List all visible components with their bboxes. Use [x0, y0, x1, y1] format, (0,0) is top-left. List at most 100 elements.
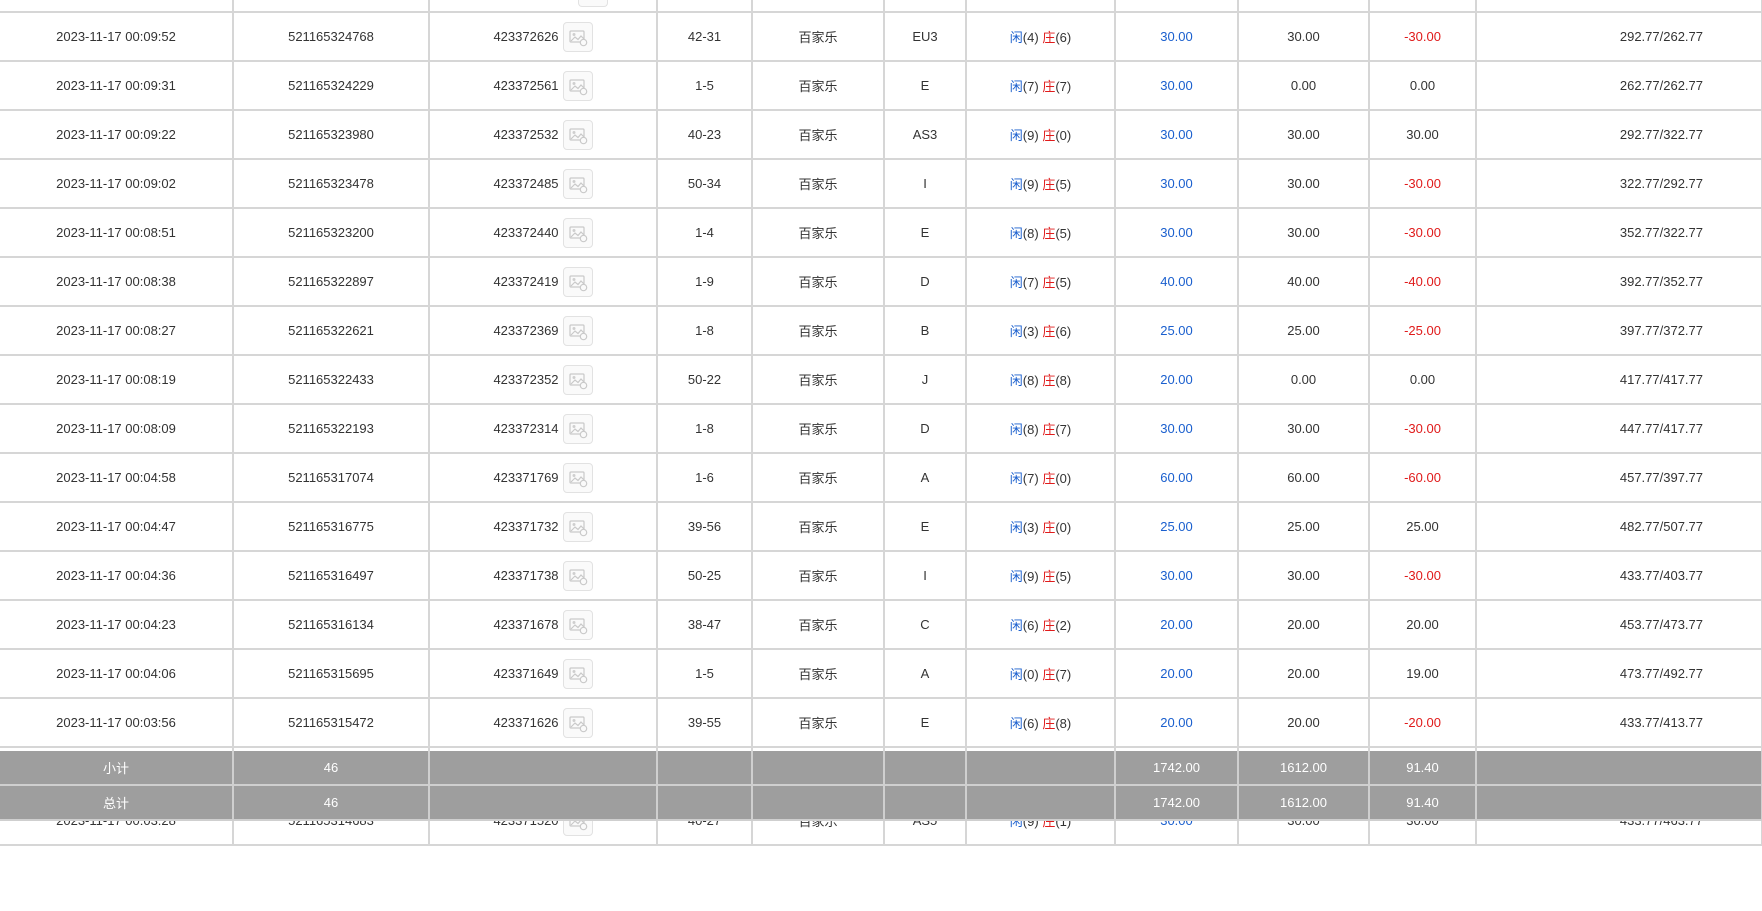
- image-placeholder-icon[interactable]: [562, 21, 593, 52]
- image-placeholder-icon[interactable]: [578, 0, 608, 8]
- player-label: 闲: [1009, 373, 1023, 388]
- round-number: 423372440: [493, 225, 559, 240]
- bet-time: 2023-11-17 00:04:23: [0, 600, 234, 650]
- image-placeholder-icon[interactable]: [562, 315, 593, 346]
- table-row: 2023-11-17 00:03:56 521165315472 4233716…: [0, 698, 1762, 748]
- game-name: 百家乐: [752, 404, 885, 454]
- round-cell: 423371769: [429, 453, 658, 503]
- bet-time: 2023-11-17 00:04:36: [0, 551, 234, 601]
- bet-amount[interactable]: 30.00: [1115, 404, 1239, 454]
- bet-amount[interactable]: 20.00: [1115, 698, 1239, 748]
- player-points: (9): [1022, 128, 1039, 143]
- image-placeholder-icon[interactable]: [562, 413, 593, 444]
- image-placeholder-icon[interactable]: [562, 119, 593, 150]
- image-placeholder-icon[interactable]: [562, 266, 593, 297]
- bet-amount[interactable]: 60.00: [1115, 453, 1239, 503]
- win-loss: 0.00: [1369, 355, 1477, 405]
- round-cell: 423372532: [429, 110, 658, 160]
- player-label: 闲: [1009, 275, 1023, 290]
- bet-amount[interactable]: 40.00: [1115, 257, 1239, 307]
- win-loss: 20.00: [1369, 600, 1477, 650]
- table-number: 50-34: [657, 159, 753, 209]
- banker-label: 庄: [1042, 422, 1056, 437]
- balance-before-after: 417.77/417.77: [1476, 355, 1762, 405]
- bet-amount[interactable]: 20.00: [1115, 649, 1239, 699]
- table-body: 2023-11-17 00:09:52 521165324768 4233726…: [0, 0, 1762, 846]
- player-label: 闲: [1009, 422, 1023, 437]
- round-number: 423372419: [493, 274, 559, 289]
- bet-amount[interactable]: 30.00: [1115, 159, 1239, 209]
- valid-bet: 20.00: [1238, 649, 1370, 699]
- win-loss: -60.00: [1369, 453, 1477, 503]
- bet-time: 2023-11-17 00:04:47: [0, 502, 234, 552]
- player-points: (8): [1022, 422, 1039, 437]
- round-cell: 423371732: [429, 502, 658, 552]
- order-number: 521165323200: [233, 208, 430, 258]
- round-cell: 423371678: [429, 600, 658, 650]
- bet-amount[interactable]: 25.00: [1115, 502, 1239, 552]
- win-loss: -30.00: [1369, 404, 1477, 454]
- round-cell: 423371649: [429, 649, 658, 699]
- image-placeholder-icon[interactable]: [562, 560, 593, 591]
- game-name: 百家乐: [752, 208, 885, 258]
- round-number: 423371649: [493, 666, 559, 681]
- image-placeholder-icon[interactable]: [562, 609, 593, 640]
- banker-points: (7): [1055, 422, 1072, 437]
- valid-bet: 30.00: [1238, 551, 1370, 601]
- banker-points: (0): [1055, 128, 1072, 143]
- player-points: (6): [1022, 618, 1039, 633]
- bet-amount[interactable]: 30.00: [1115, 110, 1239, 160]
- balance-before-after: 453.77/473.77: [1476, 600, 1762, 650]
- round-number: 423371769: [493, 470, 559, 485]
- bet-amount[interactable]: 30.00: [1115, 208, 1239, 258]
- subtotal-valid: 1612.00: [1238, 751, 1370, 786]
- win-loss: -30.00: [1369, 551, 1477, 601]
- table-row: 2023-11-17 00:08:38 521165322897 4233724…: [0, 257, 1762, 307]
- image-placeholder-icon[interactable]: [562, 217, 593, 248]
- bet-amount[interactable]: 20.00: [1115, 355, 1239, 405]
- player-points: (3): [1022, 520, 1039, 535]
- bet-time: 2023-11-17 00:08:38: [0, 257, 234, 307]
- win-loss: -25.00: [1369, 306, 1477, 356]
- image-placeholder-icon[interactable]: [562, 707, 593, 738]
- round-cell: 423372626: [429, 12, 658, 62]
- bet-amount[interactable]: 20.00: [1115, 600, 1239, 650]
- game-result: 闲(0) 庄(7): [966, 649, 1116, 699]
- game-result: 闲(7) 庄(7): [966, 61, 1116, 111]
- bet-amount[interactable]: 30.00: [1115, 61, 1239, 111]
- table-row: 2023-11-17 00:04:47 521165316775 4233717…: [0, 502, 1762, 552]
- game-name: 百家乐: [752, 257, 885, 307]
- bet-amount[interactable]: 30.00: [1115, 12, 1239, 62]
- banker-points: (2): [1055, 618, 1072, 633]
- bet-position: B: [884, 306, 967, 356]
- round-number: 423372532: [493, 127, 559, 142]
- image-placeholder-icon[interactable]: [562, 658, 593, 689]
- order-number: 521165322193: [233, 404, 430, 454]
- table-row: 2023-11-17 00:04:23 521165316134 4233716…: [0, 600, 1762, 650]
- bet-amount[interactable]: 30.00: [1115, 551, 1239, 601]
- valid-bet: 0.00: [1238, 61, 1370, 111]
- balance-before-after: 322.77/292.77: [1476, 159, 1762, 209]
- bet-time: 2023-11-17 00:04:58: [0, 453, 234, 503]
- order-number: 521165322897: [233, 257, 430, 307]
- game-name: 百家乐: [752, 61, 885, 111]
- table-row: 2023-11-17 00:09:52 521165324768 4233726…: [0, 12, 1762, 62]
- table-row-partial: [0, 0, 1762, 13]
- image-placeholder-icon[interactable]: [562, 364, 593, 395]
- table-row: 2023-11-17 00:04:06 521165315695 4233716…: [0, 649, 1762, 699]
- bet-amount[interactable]: 25.00: [1115, 306, 1239, 356]
- image-placeholder-icon[interactable]: [562, 168, 593, 199]
- player-label: 闲: [1009, 177, 1023, 192]
- player-label: 闲: [1009, 618, 1023, 633]
- image-placeholder-icon[interactable]: [562, 511, 593, 542]
- table-number: 1-5: [657, 649, 753, 699]
- banker-points: (5): [1055, 275, 1072, 290]
- balance-before-after: 352.77/322.77: [1476, 208, 1762, 258]
- bet-time: 2023-11-17 00:08:19: [0, 355, 234, 405]
- valid-bet: 20.00: [1238, 698, 1370, 748]
- image-placeholder-icon[interactable]: [562, 70, 593, 101]
- banker-label: 庄: [1042, 79, 1056, 94]
- image-placeholder-icon[interactable]: [562, 462, 593, 493]
- valid-bet: 25.00: [1238, 502, 1370, 552]
- table-number: 39-55: [657, 698, 753, 748]
